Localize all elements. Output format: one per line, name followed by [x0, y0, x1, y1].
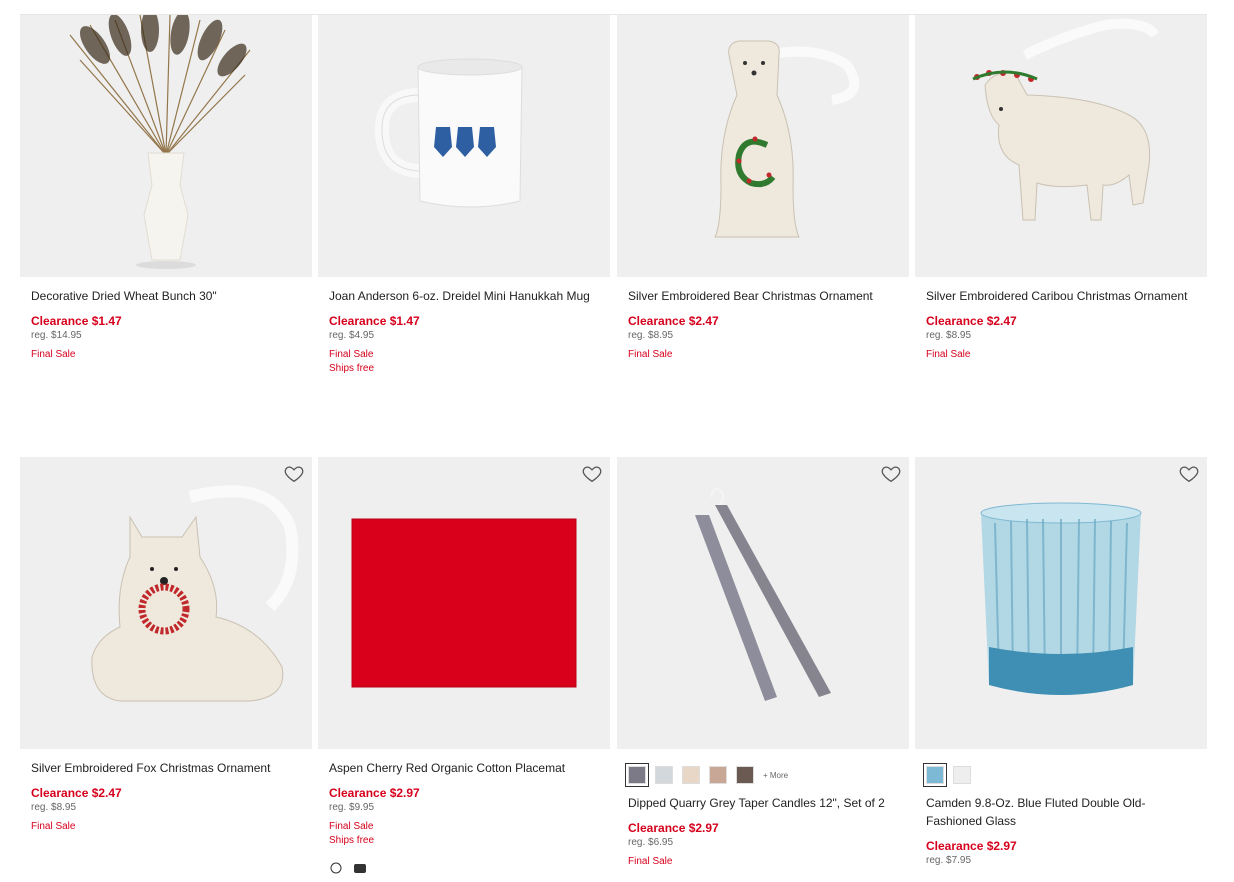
- color-swatches: [923, 763, 1196, 787]
- clearance-price: Clearance $2.47: [926, 314, 1017, 328]
- clearance-price: Clearance $1.47: [31, 314, 122, 328]
- clearance-price: Clearance $1.47: [329, 314, 420, 328]
- clearance-price: Clearance $2.47: [31, 786, 122, 800]
- wishlist-heart-icon[interactable]: [283, 463, 305, 485]
- swatch-light-grey[interactable]: [655, 766, 673, 784]
- regular-price: reg. $7.95: [926, 855, 972, 866]
- product-card[interactable]: Decorative Dried Wheat Bunch 30" Clearan…: [20, 15, 312, 362]
- eco-badge-icon: [330, 862, 342, 874]
- product-name[interactable]: Decorative Dried Wheat Bunch 30": [31, 287, 301, 305]
- final-sale-flag: Final Sale: [628, 856, 673, 867]
- wishlist-heart-icon[interactable]: [1178, 463, 1200, 485]
- product-name[interactable]: Silver Embroidered Fox Christmas Ornamen…: [31, 759, 301, 777]
- clearance-price: Clearance $2.47: [628, 314, 719, 328]
- product-image[interactable]: [318, 457, 610, 749]
- swatch-brown[interactable]: [736, 766, 754, 784]
- regular-price: reg. $6.95: [628, 837, 674, 848]
- more-swatches-link[interactable]: + More: [763, 771, 788, 780]
- product-name[interactable]: Camden 9.8-Oz. Blue Fluted Double Old-Fa…: [926, 794, 1196, 830]
- color-swatches: + More: [625, 763, 898, 787]
- regular-price: reg. $14.95: [31, 330, 82, 341]
- wishlist-heart-icon[interactable]: [581, 463, 603, 485]
- product-card[interactable]: Camden 9.8-Oz. Blue Fluted Double Old-Fa…: [915, 457, 1207, 866]
- product-card[interactable]: + More Dipped Quarry Grey Taper Candles …: [617, 457, 909, 869]
- regular-price: reg. $8.95: [926, 330, 972, 341]
- product-image[interactable]: [318, 15, 610, 277]
- final-sale-flag: Final Sale: [329, 349, 374, 360]
- product-name[interactable]: Aspen Cherry Red Organic Cotton Placemat: [329, 759, 599, 777]
- wishlist-heart-icon[interactable]: [880, 463, 902, 485]
- product-image[interactable]: [20, 457, 312, 749]
- swatch-blue[interactable]: [923, 763, 947, 787]
- final-sale-flag: Final Sale: [926, 349, 971, 360]
- product-card[interactable]: Aspen Cherry Red Organic Cotton Placemat…: [318, 457, 610, 874]
- swatch-clear[interactable]: [953, 766, 971, 784]
- ships-free-flag: Ships free: [329, 363, 375, 374]
- product-name[interactable]: Silver Embroidered Bear Christmas Orname…: [628, 287, 898, 305]
- regular-price: reg. $9.95: [329, 802, 375, 813]
- swatch-grey[interactable]: [625, 763, 649, 787]
- swatch-cream[interactable]: [682, 766, 700, 784]
- final-sale-flag: Final Sale: [31, 349, 76, 360]
- regular-price: reg. $8.95: [628, 330, 674, 341]
- product-image[interactable]: [617, 15, 909, 277]
- final-sale-flag: Final Sale: [628, 349, 673, 360]
- product-image[interactable]: [915, 457, 1207, 749]
- product-card[interactable]: Silver Embroidered Fox Christmas Ornamen…: [20, 457, 312, 834]
- product-image[interactable]: [617, 457, 909, 749]
- product-card[interactable]: Joan Anderson 6-oz. Dreidel Mini Hanukka…: [318, 15, 610, 376]
- clearance-price: Clearance $2.97: [628, 821, 719, 835]
- product-name[interactable]: Dipped Quarry Grey Taper Candles 12", Se…: [628, 794, 898, 812]
- final-sale-flag: Final Sale: [31, 821, 76, 832]
- organic-badge-icon: [354, 864, 366, 873]
- final-sale-flag: Final Sale: [329, 821, 374, 832]
- ships-free-flag: Ships free: [329, 835, 375, 846]
- product-card[interactable]: Silver Embroidered Caribou Christmas Orn…: [915, 15, 1207, 362]
- product-image[interactable]: [20, 15, 312, 277]
- product-image[interactable]: [915, 15, 1207, 277]
- clearance-price: Clearance $2.97: [329, 786, 420, 800]
- product-card[interactable]: Silver Embroidered Bear Christmas Orname…: [617, 15, 909, 362]
- product-name[interactable]: Silver Embroidered Caribou Christmas Orn…: [926, 287, 1196, 305]
- regular-price: reg. $8.95: [31, 802, 77, 813]
- product-name[interactable]: Joan Anderson 6-oz. Dreidel Mini Hanukka…: [329, 287, 599, 305]
- badges-row: [329, 862, 599, 874]
- regular-price: reg. $4.95: [329, 330, 375, 341]
- swatch-blush[interactable]: [709, 766, 727, 784]
- clearance-price: Clearance $2.97: [926, 839, 1017, 853]
